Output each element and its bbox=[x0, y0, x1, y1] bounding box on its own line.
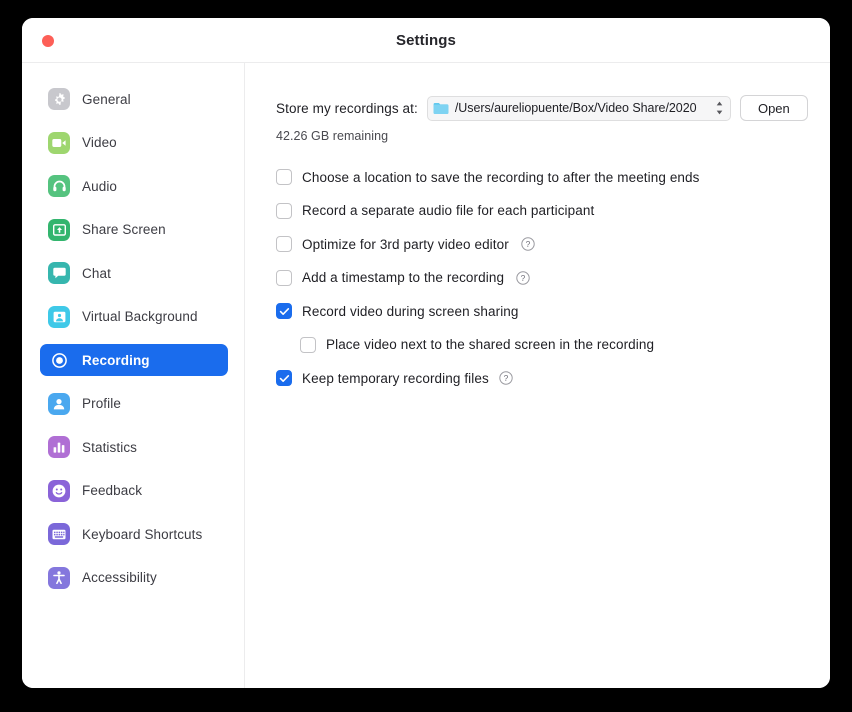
sidebar-item-statistics[interactable]: Statistics bbox=[40, 431, 228, 463]
sidebar-item-label: Share Screen bbox=[82, 222, 166, 237]
record-circle-icon bbox=[48, 349, 70, 371]
sidebar-item-label: Statistics bbox=[82, 439, 138, 455]
option-row[interactable]: Add a timestamp to the recording? bbox=[276, 268, 830, 288]
folder-icon bbox=[433, 102, 449, 114]
option-row[interactable]: Record video during screen sharing bbox=[276, 301, 830, 321]
sidebar-item-label: Chat bbox=[82, 265, 111, 281]
sidebar-item-accessibility[interactable]: Accessibility bbox=[40, 562, 228, 594]
window-body: General Video Audio Share Screen Chat Virtual… bbox=[22, 63, 830, 688]
option-row[interactable]: Optimize for 3rd party video editor? bbox=[276, 234, 830, 254]
option-row[interactable]: Place video next to the shared screen in… bbox=[300, 335, 830, 355]
help-icon[interactable]: ? bbox=[499, 371, 513, 385]
recording-path-value: /Users/aureliopuente/Box/Video Share/202… bbox=[454, 101, 697, 115]
storage-remaining-label: 42.26 GB remaining bbox=[276, 129, 389, 143]
checkbox[interactable] bbox=[276, 370, 292, 386]
sidebar-item-feedback[interactable]: Feedback bbox=[40, 475, 228, 507]
keyboard-icon bbox=[48, 523, 70, 545]
sidebar-item-label: Virtual Background bbox=[82, 309, 198, 324]
option-label: Choose a location to save the recording … bbox=[302, 169, 700, 185]
sidebar-item-audio[interactable]: Audio bbox=[40, 170, 228, 202]
title-bar: Settings bbox=[22, 18, 830, 63]
sidebar-item-label: General bbox=[82, 91, 131, 107]
sidebar-item-recording[interactable]: Recording bbox=[40, 344, 228, 376]
recording-settings-pane: Store my recordings at: /Users/aureliopu… bbox=[245, 63, 830, 688]
video-camera-icon bbox=[48, 131, 70, 154]
settings-window: Settings General Video Audio Share Screen Ch… bbox=[22, 18, 830, 688]
gear-icon bbox=[48, 88, 70, 110]
checkbox[interactable] bbox=[276, 202, 292, 219]
sidebar-item-label: Video bbox=[82, 135, 117, 150]
sidebar-item-video[interactable]: Video bbox=[40, 127, 228, 159]
svg-text:?: ? bbox=[526, 239, 531, 249]
sidebar-item-label: Feedback bbox=[82, 483, 143, 498]
store-location-label: Store my recordings at: bbox=[276, 100, 418, 116]
option-row[interactable]: Record a separate audio file for each pa… bbox=[276, 201, 830, 221]
smiley-face-icon bbox=[48, 479, 70, 502]
recording-options-list: Choose a location to save the recording … bbox=[276, 167, 830, 388]
option-label: Optimize for 3rd party video editor bbox=[302, 236, 509, 252]
checkbox[interactable] bbox=[276, 169, 292, 185]
option-label: Add a timestamp to the recording bbox=[302, 270, 505, 285]
recording-path-select[interactable]: /Users/aureliopuente/Box/Video Share/202… bbox=[426, 95, 731, 121]
sidebar-item-share-screen[interactable]: Share Screen bbox=[40, 214, 228, 246]
stepper-chevrons-icon[interactable] bbox=[715, 97, 724, 120]
checkbox[interactable] bbox=[276, 303, 292, 319]
help-icon[interactable]: ? bbox=[521, 237, 535, 251]
headphones-icon bbox=[48, 175, 70, 197]
checkbox[interactable] bbox=[300, 336, 316, 353]
open-folder-button[interactable]: Open bbox=[739, 95, 808, 121]
sidebar-item-label: Keyboard Shortcuts bbox=[82, 526, 203, 542]
sidebar-item-label: Profile bbox=[82, 396, 121, 411]
close-window-button[interactable] bbox=[42, 34, 54, 47]
option-label: Record a separate audio file for each pa… bbox=[302, 203, 595, 218]
svg-text:?: ? bbox=[504, 373, 509, 383]
bar-chart-icon bbox=[48, 436, 70, 458]
share-screen-icon bbox=[48, 218, 70, 241]
accessibility-icon bbox=[48, 566, 70, 589]
option-label: Keep temporary recording files bbox=[302, 370, 489, 386]
sidebar-item-chat[interactable]: Chat bbox=[40, 257, 228, 289]
sidebar-item-keyboard-shortcuts[interactable]: Keyboard Shortcuts bbox=[40, 518, 228, 550]
person-icon bbox=[48, 392, 70, 415]
sidebar-item-general[interactable]: General bbox=[40, 83, 228, 115]
option-label: Record video during screen sharing bbox=[302, 303, 519, 319]
sidebar-item-label: Recording bbox=[82, 352, 150, 368]
svg-text:?: ? bbox=[521, 273, 526, 283]
sidebar-item-virtual-background[interactable]: Virtual Background bbox=[40, 301, 228, 333]
chat-bubble-icon bbox=[48, 262, 70, 284]
virtual-background-icon bbox=[48, 305, 70, 328]
sidebar-item-profile[interactable]: Profile bbox=[40, 388, 228, 420]
help-icon[interactable]: ? bbox=[516, 270, 530, 285]
traffic-lights bbox=[42, 18, 54, 63]
checkbox[interactable] bbox=[276, 269, 292, 286]
option-label: Place video next to the shared screen in… bbox=[326, 337, 655, 352]
option-row[interactable]: Keep temporary recording files? bbox=[276, 368, 830, 388]
page-title: Settings bbox=[396, 31, 456, 49]
store-location-row: Store my recordings at: /Users/aureliopu… bbox=[276, 95, 830, 121]
option-row[interactable]: Choose a location to save the recording … bbox=[276, 167, 830, 187]
sidebar-item-label: Accessibility bbox=[82, 570, 157, 585]
checkbox[interactable] bbox=[276, 236, 292, 252]
settings-sidebar: General Video Audio Share Screen Chat Virtual… bbox=[22, 63, 245, 688]
sidebar-item-label: Audio bbox=[82, 178, 118, 194]
